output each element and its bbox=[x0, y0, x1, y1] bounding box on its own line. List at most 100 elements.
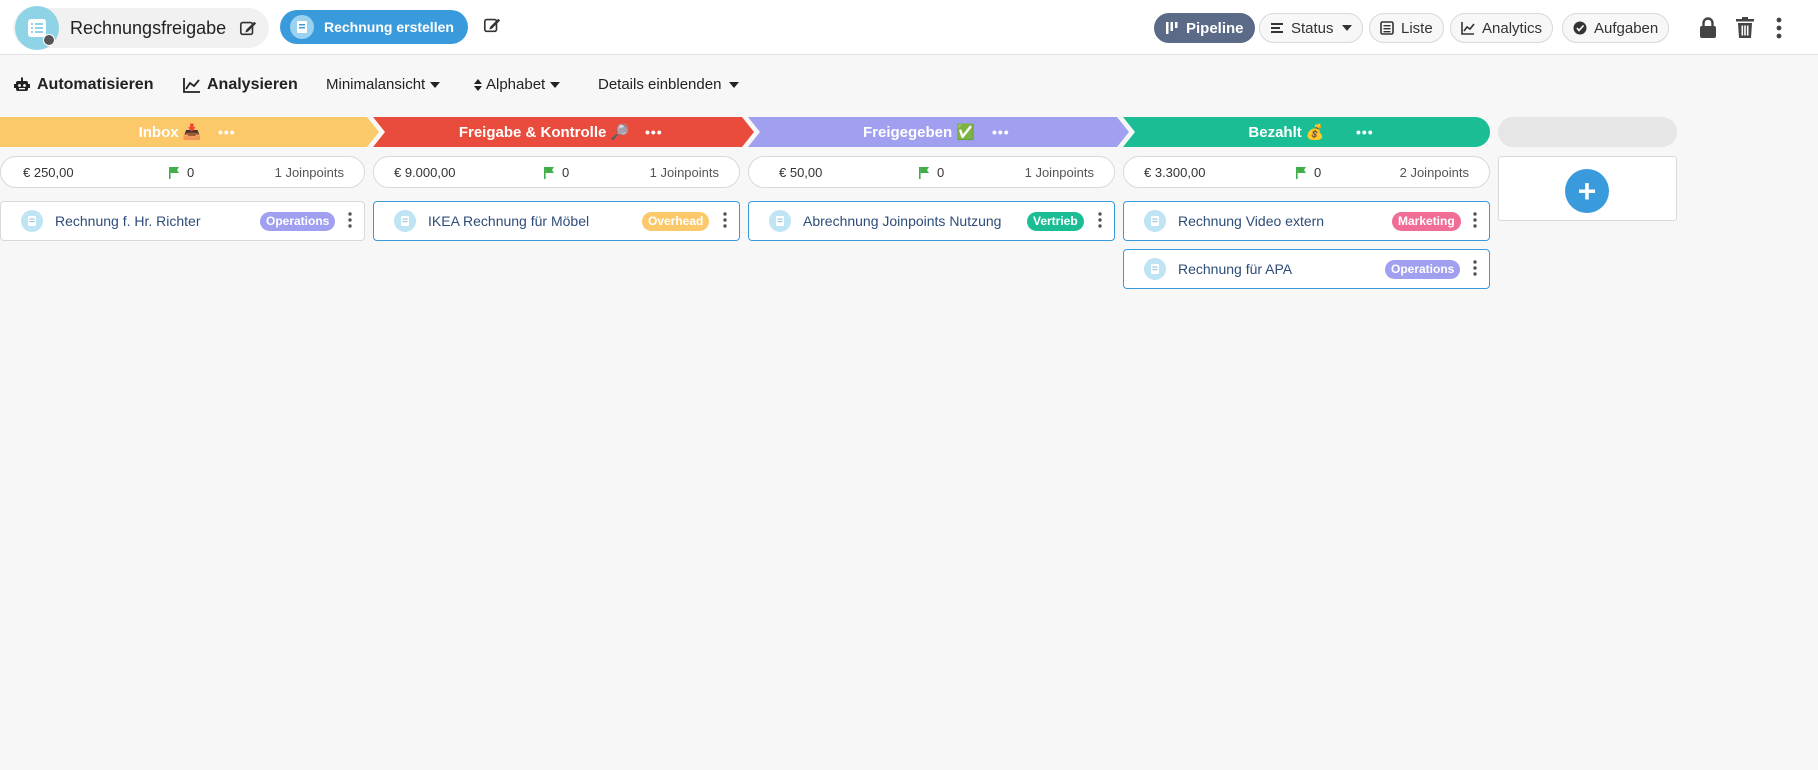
stage-freigabe[interactable]: Freigabe & Kontrolle 🔎 ••• bbox=[373, 117, 755, 147]
stage-amount: € 3.300,00 bbox=[1144, 165, 1206, 180]
app-list-icon[interactable] bbox=[15, 6, 59, 50]
pipeline-icon bbox=[1166, 22, 1178, 34]
stage-menu-icon[interactable]: ••• bbox=[218, 124, 236, 140]
app-title: Rechnungsfreigabe bbox=[70, 18, 227, 38]
add-stage-panel: + bbox=[1498, 156, 1677, 221]
invoice-icon bbox=[21, 210, 43, 232]
chevron-down-icon bbox=[550, 81, 561, 88]
stage-freigabe-label: Freigabe & Kontrolle 🔎 bbox=[458, 124, 630, 141]
stage-menu-icon[interactable]: ••• bbox=[992, 124, 1010, 140]
sort-icon bbox=[474, 78, 482, 91]
view-analytics[interactable]: Analytics bbox=[1450, 13, 1554, 43]
flag-icon bbox=[919, 167, 929, 179]
analyze-label: Analysieren bbox=[207, 76, 298, 93]
robot-icon bbox=[14, 77, 30, 91]
edit-icon[interactable] bbox=[239, 19, 257, 37]
add-stage-button[interactable]: + bbox=[1565, 169, 1609, 213]
flag-icon bbox=[1296, 167, 1306, 179]
check-badge-icon bbox=[43, 34, 55, 46]
line-chart-icon bbox=[1461, 22, 1475, 35]
card-title: IKEA Rechnung für Möbel bbox=[428, 213, 590, 229]
lock-icon[interactable] bbox=[1697, 16, 1719, 40]
edit-form-icon[interactable] bbox=[483, 16, 501, 34]
stage-count: 0 bbox=[1314, 165, 1322, 180]
view-aufgaben-label: Aufgaben bbox=[1594, 19, 1659, 37]
stage-menu-icon[interactable]: ••• bbox=[1356, 124, 1374, 140]
tag-badge: Operations bbox=[1385, 260, 1461, 279]
invoice-icon bbox=[1144, 258, 1166, 280]
view-aufgaben[interactable]: Aufgaben bbox=[1562, 13, 1670, 43]
app-title-pill[interactable]: Rechnungsfreigabe bbox=[13, 6, 269, 50]
more-vertical-icon[interactable] bbox=[1774, 16, 1784, 40]
more-vertical-icon[interactable] bbox=[723, 212, 727, 228]
view-liste[interactable]: Liste bbox=[1369, 13, 1444, 43]
stage-bezahlt[interactable]: Bezahlt 💰 ••• bbox=[1123, 117, 1490, 147]
stage-freigabe-stats: € 9.000,00 0 1 Joinpoints bbox=[373, 156, 740, 188]
sort-label: Alphabet bbox=[486, 76, 546, 93]
more-vertical-icon[interactable] bbox=[1473, 212, 1477, 228]
status-icon bbox=[1271, 23, 1283, 33]
card[interactable]: IKEA Rechnung für Möbel Overhead bbox=[373, 201, 740, 241]
stage-freigegeben[interactable]: Freigegeben ✅ ••• bbox=[748, 117, 1130, 147]
top-bar: Rechnungsfreigabe Rechnung erstellen Pip… bbox=[0, 0, 1818, 55]
invoice-icon bbox=[1144, 210, 1166, 232]
automate-button[interactable]: Automatisieren bbox=[13, 76, 153, 94]
card-title: Rechnung für APA bbox=[1178, 261, 1293, 277]
minimal-view-label: Minimalansicht bbox=[326, 76, 426, 93]
stage-count: 0 bbox=[937, 165, 945, 180]
card[interactable]: Rechnung f. Hr. Richter Operations bbox=[0, 201, 365, 241]
view-status-label: Status bbox=[1291, 19, 1334, 37]
tag-badge: Marketing bbox=[1392, 212, 1461, 231]
stage-amount: € 50,00 bbox=[779, 165, 823, 180]
minimal-view-dropdown[interactable]: Minimalansicht bbox=[326, 76, 441, 93]
stage-joinpoints: 1 Joinpoints bbox=[1024, 165, 1094, 180]
stage-count: 0 bbox=[562, 165, 570, 180]
analyze-button[interactable]: Analysieren bbox=[183, 76, 298, 94]
list-icon bbox=[1380, 21, 1394, 35]
more-vertical-icon[interactable] bbox=[348, 212, 352, 228]
stage-freigegeben-stats: € 50,00 0 1 Joinpoints bbox=[748, 156, 1115, 188]
invoice-icon bbox=[769, 210, 791, 232]
stage-bezahlt-label: Bezahlt 💰 bbox=[1248, 124, 1325, 141]
stage-menu-icon[interactable]: ••• bbox=[645, 124, 663, 140]
stage-inbox-label: Inbox 📥 bbox=[138, 124, 202, 141]
trash-icon[interactable] bbox=[1734, 16, 1756, 40]
create-invoice-label: Rechnung erstellen bbox=[324, 19, 454, 35]
view-pipeline-label: Pipeline bbox=[1186, 19, 1244, 37]
more-vertical-icon[interactable] bbox=[1473, 260, 1477, 276]
stage-count: 0 bbox=[187, 165, 195, 180]
details-dropdown[interactable]: Details einblenden bbox=[598, 76, 740, 93]
stage-amount: € 250,00 bbox=[23, 165, 74, 180]
tag-badge: Vertrieb bbox=[1027, 212, 1084, 231]
chevron-down-icon bbox=[729, 81, 740, 88]
stage-inbox-stats: € 250,00 0 1 Joinpoints bbox=[0, 156, 365, 188]
flag-icon bbox=[544, 167, 554, 179]
invoice-icon bbox=[394, 210, 416, 232]
tag-badge: Operations bbox=[260, 212, 336, 231]
stage-inbox[interactable]: Inbox 📥 ••• bbox=[0, 117, 380, 147]
view-liste-label: Liste bbox=[1401, 19, 1433, 37]
card[interactable]: Abrechnung Joinpoints Nutzung Vertrieb bbox=[748, 201, 1115, 241]
stage-amount: € 9.000,00 bbox=[394, 165, 456, 180]
check-circle-icon bbox=[1573, 21, 1587, 35]
view-pipeline[interactable]: Pipeline bbox=[1154, 13, 1255, 43]
card[interactable]: Rechnung für APA Operations bbox=[1123, 249, 1490, 289]
new-stage-placeholder bbox=[1498, 117, 1677, 147]
more-vertical-icon[interactable] bbox=[1098, 212, 1102, 228]
details-label: Details einblenden bbox=[598, 76, 722, 93]
tag-badge: Overhead bbox=[642, 212, 710, 231]
create-invoice-button[interactable]: Rechnung erstellen bbox=[280, 10, 468, 44]
card-title: Rechnung Video extern bbox=[1178, 213, 1325, 229]
line-chart-icon bbox=[183, 78, 200, 93]
sort-dropdown[interactable]: Alphabet bbox=[474, 76, 561, 93]
automate-label: Automatisieren bbox=[37, 76, 154, 93]
card[interactable]: Rechnung Video extern Marketing bbox=[1123, 201, 1490, 241]
stage-bezahlt-stats: € 3.300,00 0 2 Joinpoints bbox=[1123, 156, 1490, 188]
stage-freigegeben-label: Freigegeben ✅ bbox=[862, 124, 976, 141]
invoice-icon bbox=[290, 15, 314, 39]
view-status[interactable]: Status bbox=[1259, 13, 1363, 43]
stage-joinpoints: 1 Joinpoints bbox=[274, 165, 344, 180]
stage-joinpoints: 1 Joinpoints bbox=[649, 165, 719, 180]
card-title: Abrechnung Joinpoints Nutzung bbox=[803, 213, 1002, 229]
chevron-down-icon bbox=[1341, 25, 1352, 31]
